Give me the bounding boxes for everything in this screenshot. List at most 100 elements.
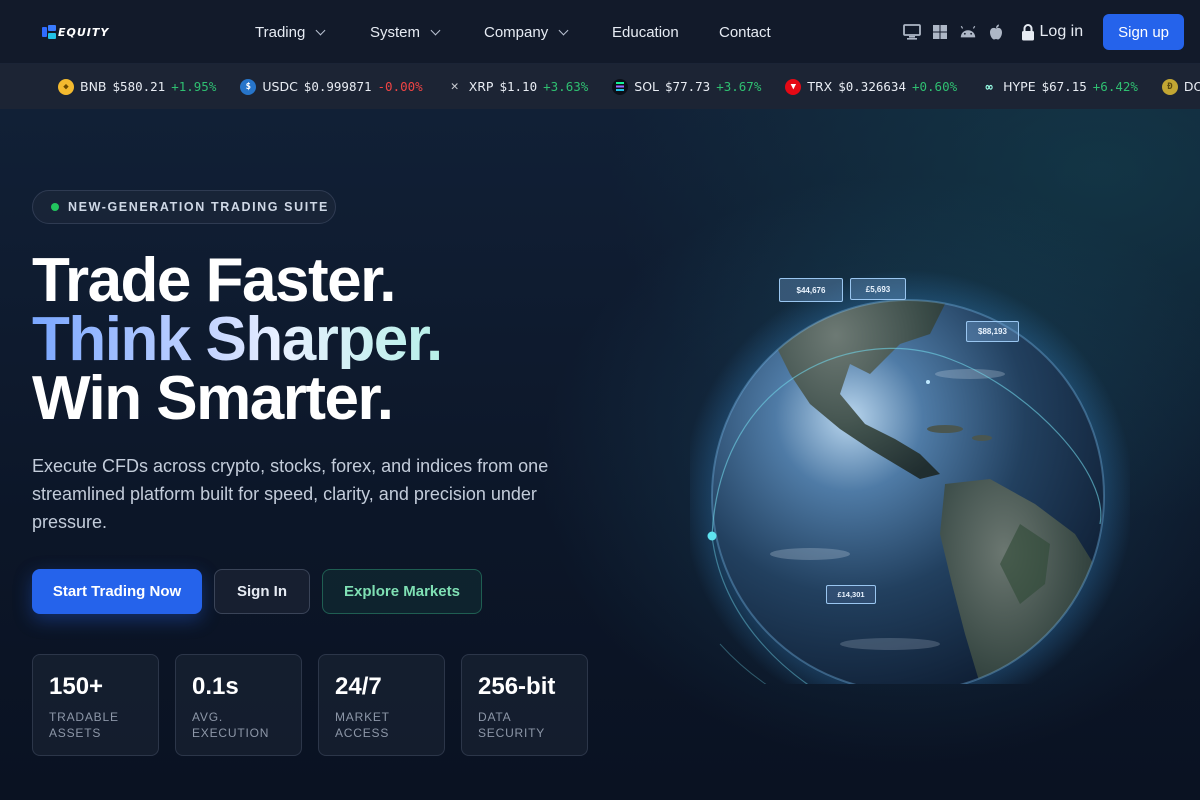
globe-price-tag: $44,676 [779, 278, 843, 302]
hero-headline: Trade Faster. Think Sharper. Win Smarter… [32, 246, 443, 433]
ticker-item-trx[interactable]: ▼ TRX $0.326634 +0.60% [785, 78, 958, 95]
ticker-symbol: TRX [807, 79, 833, 94]
stat-label-line: MARKET [335, 710, 390, 724]
ticker-change: +3.63% [543, 79, 589, 94]
stat-value: 0.1s [192, 673, 239, 700]
brand-name: EQUITY [58, 25, 110, 39]
stat-value: 256-bit [478, 673, 556, 700]
ticker-item-doge[interactable]: Ð DO [1161, 78, 1200, 95]
lock-icon [1021, 23, 1034, 40]
stat-card-access: 24/7 MARKET ACCESS [318, 654, 445, 756]
stat-value: 150+ [49, 673, 104, 700]
logo-mark-icon [42, 25, 56, 39]
apple-icon[interactable] [987, 23, 1005, 41]
stat-card-security: 256-bit DATA SECURITY [461, 654, 588, 756]
android-icon[interactable] [959, 23, 977, 41]
stat-label-line: EXECUTION [192, 726, 270, 740]
stat-label: MARKET ACCESS [335, 709, 428, 741]
stat-card-execution: 0.1s AVG. EXECUTION [175, 654, 302, 756]
ticker-symbol: USDC [262, 79, 298, 94]
sign-in-button[interactable]: Sign In [214, 569, 310, 614]
hero-lead: Execute CFDs across crypto, stocks, fore… [32, 456, 549, 532]
ticker-price: $1.10 [499, 79, 538, 94]
ticker-price: $580.21 [112, 79, 166, 94]
ticker-item-bnb[interactable]: ◆ BNB $580.21 +1.95% [58, 78, 217, 95]
top-nav: EQUITY Trading System Company Education … [0, 0, 1200, 64]
hero-stats: 150+ TRADABLE ASSETS 0.1s AVG. EXECUTION… [32, 654, 588, 756]
login-label: Log in [1039, 23, 1084, 40]
nav-company-label: Company [484, 23, 549, 41]
nav-system-label: System [370, 23, 421, 41]
ticker-symbol: SOL [634, 79, 660, 94]
nav-trading[interactable]: Trading [255, 24, 370, 41]
ticker-change: +3.67% [716, 79, 762, 94]
stat-card-assets: 150+ TRADABLE ASSETS [32, 654, 159, 756]
nav-system[interactable]: System [370, 24, 484, 41]
xrp-icon: ✕ [450, 79, 459, 94]
chevron-down-icon [558, 25, 569, 35]
ticker-price: $0.999871 [303, 79, 372, 94]
nav-education[interactable]: Education [612, 24, 719, 41]
stat-label-line: ASSETS [49, 726, 102, 740]
ticker-track: ◆ BNB $580.21 +1.95% $ USDC $0.999871 -0… [58, 64, 1200, 109]
brand-logo[interactable]: EQUITY [42, 24, 109, 40]
ticker-item-hype[interactable]: ∞ HYPE $67.15 +6.42% [981, 79, 1138, 95]
hype-icon: ∞ [985, 79, 993, 94]
desktop-icon[interactable] [902, 23, 921, 41]
trx-icon: ▼ [785, 78, 802, 95]
globe-illustration: $44,676 £5,693 $88,193 £14,301 [682, 224, 1134, 741]
ticker-symbol: BNB [80, 79, 107, 94]
price-ticker: ◆ BNB $580.21 +1.95% $ USDC $0.999871 -0… [0, 64, 1200, 109]
chevron-down-icon [315, 25, 326, 35]
ticker-price: $77.73 [665, 79, 711, 94]
ticker-item-xrp[interactable]: ✕ XRP $1.10 +3.63% [447, 79, 589, 95]
globe-price-tag: £5,693 [850, 278, 906, 300]
nav-company[interactable]: Company [484, 24, 612, 41]
ticker-item-sol[interactable]: SOL $77.73 +3.67% [612, 78, 762, 95]
nav-contact-label: Contact [719, 23, 771, 41]
start-trading-button[interactable]: Start Trading Now [32, 569, 202, 614]
bnb-icon: ◆ [58, 78, 74, 95]
signup-button[interactable]: Sign up [1103, 14, 1184, 50]
headline-line-1: Trade Faster. [32, 246, 397, 315]
ticker-symbol: XRP [468, 79, 494, 94]
nav-actions: Log in Sign up [902, 14, 1184, 50]
stat-label-line: AVG. [192, 710, 223, 724]
platform-icons [902, 23, 1005, 41]
explore-markets-button[interactable]: Explore Markets [322, 569, 482, 614]
ticker-change: +0.60% [911, 79, 958, 94]
hero-section: NEW-GENERATION TRADING SUITE Trade Faste… [0, 109, 1200, 800]
ticker-symbol: DO [1183, 79, 1200, 94]
headline-line-2: Think Sharper. [32, 305, 443, 374]
headline-line-3: Win Smarter. [32, 364, 394, 433]
windows-icon[interactable] [931, 23, 949, 41]
stat-label: AVG. EXECUTION [192, 709, 285, 741]
nav-contact[interactable]: Contact [719, 24, 771, 41]
ticker-price: $0.326634 [838, 79, 906, 94]
hero-badge: NEW-GENERATION TRADING SUITE [32, 190, 336, 224]
status-dot [51, 203, 59, 211]
globe-price-tag: $88,193 [966, 321, 1019, 342]
chevron-down-icon [430, 25, 441, 35]
ticker-change: -0.00% [377, 79, 423, 94]
stat-label: TRADABLE ASSETS [49, 709, 142, 741]
nav-education-label: Education [612, 23, 679, 41]
ticker-change: +6.42% [1092, 79, 1138, 94]
nav-trading-label: Trading [255, 23, 306, 41]
usdc-icon: $ [240, 78, 257, 95]
stat-label-line: TRADABLE [49, 710, 119, 724]
stat-label-line: DATA [478, 710, 512, 724]
doge-icon: Ð [1161, 78, 1178, 95]
stat-label-line: SECURITY [478, 726, 546, 740]
sol-icon [612, 78, 629, 95]
stat-label-line: ACCESS [335, 726, 390, 740]
nav-links: Trading System Company Education Contact [255, 0, 771, 64]
globe-price-tag: £14,301 [826, 585, 876, 604]
ticker-item-usdc[interactable]: $ USDC $0.999871 -0.00% [240, 78, 423, 95]
ticker-price: $67.15 [1041, 79, 1087, 94]
stat-label: DATA SECURITY [478, 709, 571, 741]
ticker-symbol: HYPE [1003, 79, 1036, 94]
login-link[interactable]: Log in [1021, 23, 1084, 41]
stat-value: 24/7 [335, 673, 382, 700]
ticker-change: +1.95% [171, 79, 217, 94]
